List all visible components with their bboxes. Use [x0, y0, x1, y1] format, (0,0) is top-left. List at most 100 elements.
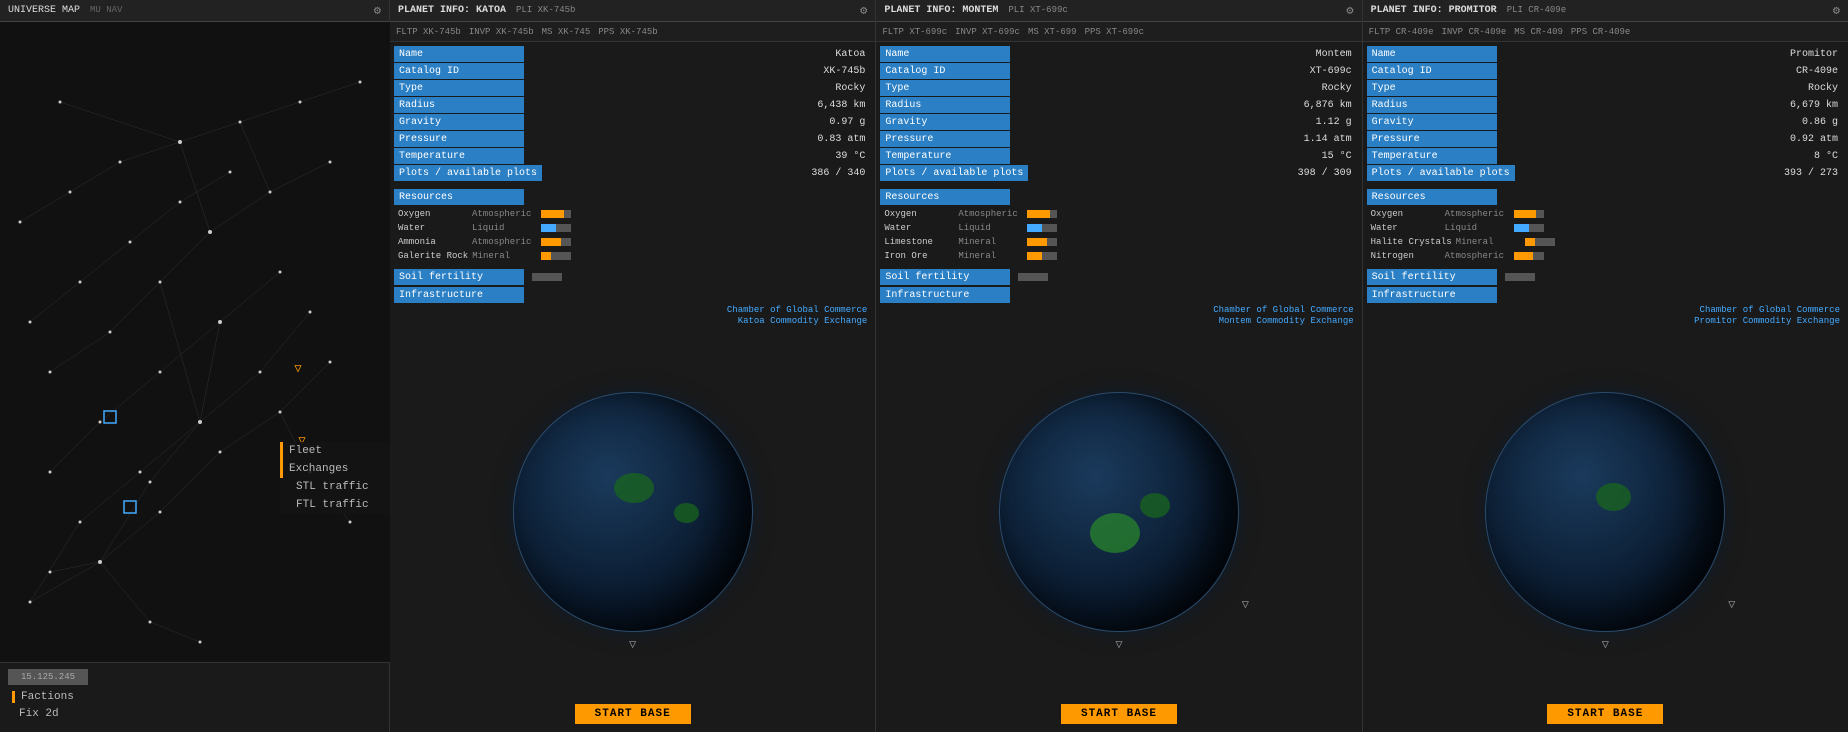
info-row-2-6: Temperature 8 °C [1367, 148, 1844, 164]
bottom-items: Factions Fix 2d [8, 689, 381, 722]
field-label-2-1: Catalog ID [1367, 63, 1497, 79]
planet-id-0: PLI XK-745b [516, 5, 575, 15]
infra-label-0: Infrastructure [394, 287, 524, 303]
res-name-1-1: Water [884, 223, 954, 233]
field-label-0-7: Plots / available plots [394, 165, 542, 181]
sidebar-ftl-traffic[interactable]: FTL traffic [280, 496, 390, 514]
info-row-1-2: Type Rocky [880, 80, 1357, 96]
info-row-1-1: Catalog ID XT-699c [880, 63, 1357, 79]
planet-globe-1: ▽ ▽ [876, 328, 1361, 696]
ms-link-1[interactable]: MS XT-699 [1028, 27, 1077, 37]
res-name-2-3: Nitrogen [1371, 251, 1441, 261]
infra-link-2-1[interactable]: Promitor Commodity Exchange [1371, 316, 1840, 326]
universe-map-gear-icon[interactable]: ⚙ [374, 3, 381, 18]
start-base-button-2[interactable]: START BASE [1547, 704, 1663, 724]
field-value-2-6: 8 °C [1497, 150, 1844, 163]
invp-link-0[interactable]: INVP XK-745b [469, 27, 534, 37]
res-bar-container-2-3 [1514, 252, 1544, 260]
res-bar-container-2-0 [1514, 210, 1544, 218]
res-name-0-3: Galerite Rock [398, 251, 468, 261]
pps-link-1[interactable]: PPS XT-699c [1085, 27, 1144, 37]
invp-link-1[interactable]: INVP XT-699c [955, 27, 1020, 37]
infra-link-2-0[interactable]: Chamber of Global Commerce [1371, 305, 1840, 315]
info-row-2-1: Catalog ID CR-409e [1367, 63, 1844, 79]
ms-link-2[interactable]: MS CR-409 [1514, 27, 1563, 37]
res-bar-container-1-1 [1027, 224, 1057, 232]
globe-land-0-0 [614, 473, 654, 503]
sidebar-fix2d[interactable]: Fix 2d [8, 706, 381, 722]
planet-title-1: PLANET INFO: MONTEM [884, 5, 998, 16]
infra-section-0: Infrastructure Chamber of Global Commerce… [390, 287, 875, 328]
start-base-button-0[interactable]: START BASE [575, 704, 691, 724]
res-bar-fill-2-3 [1514, 252, 1534, 260]
sidebar-fleet[interactable]: Fleet [280, 442, 390, 460]
coordinates-value: 15.125.245 [21, 672, 75, 682]
info-row-1-5: Pressure 1.14 atm [880, 131, 1357, 147]
res-bar-container-1-3 [1027, 252, 1057, 260]
resource-row-2-3: Nitrogen Atmospheric [1367, 249, 1844, 263]
field-label-0-2: Type [394, 80, 524, 96]
res-bar-fill-0-3 [541, 252, 551, 260]
info-row-1-0: Name Montem [880, 46, 1357, 62]
res-bar-container-0-1 [541, 224, 571, 232]
field-label-0-6: Temperature [394, 148, 524, 164]
fltp-link-2[interactable]: FLTP CR-409e [1369, 27, 1434, 37]
ms-link-0[interactable]: MS XK-745 [542, 27, 591, 37]
start-base-container-0: START BASE [390, 696, 875, 732]
res-bar-0-3 [541, 252, 571, 260]
field-label-0-0: Name [394, 46, 524, 62]
planet-gear-icon-2[interactable]: ⚙ [1833, 3, 1840, 18]
field-label-0-4: Gravity [394, 114, 524, 130]
field-value-0-4: 0.97 g [524, 116, 871, 129]
res-name-0-2: Ammonia [398, 237, 468, 247]
field-label-0-3: Radius [394, 97, 524, 113]
star-map-canvas[interactable]: ▽ ▽ Fleet Exchanges STL traffic FTL traf… [0, 22, 390, 662]
universe-map-subtitle: MU NAV [90, 5, 122, 15]
invp-link-2[interactable]: INVP CR-409e [1441, 27, 1506, 37]
fltp-link-0[interactable]: FLTP XK-745b [396, 27, 461, 37]
pps-link-0[interactable]: PPS XK-745b [598, 27, 657, 37]
infra-link-0-0[interactable]: Chamber of Global Commerce [398, 305, 867, 315]
res-bar-fill-1-1 [1027, 224, 1042, 232]
start-base-container-1: START BASE [876, 696, 1361, 732]
sidebar-exchanges[interactable]: Exchanges [280, 460, 390, 478]
res-bar-fill-2-1 [1514, 224, 1529, 232]
res-bar-fill-2-2 [1525, 238, 1535, 246]
res-bar-2-3 [1514, 252, 1544, 260]
soil-label-0: Soil fertility [394, 269, 524, 285]
field-value-0-2: Rocky [524, 82, 871, 95]
field-value-1-4: 1.12 g [1010, 116, 1357, 129]
field-label-1-3: Radius [880, 97, 1010, 113]
coordinates-bar: 15.125.245 [8, 669, 88, 685]
infra-link-1-1[interactable]: Montem Commodity Exchange [884, 316, 1353, 326]
res-bar-0-1 [541, 224, 571, 232]
pps-link-2[interactable]: PPS CR-409e [1571, 27, 1630, 37]
field-label-2-7: Plots / available plots [1367, 165, 1515, 181]
field-value-0-7: 386 / 340 [542, 167, 871, 180]
start-base-button-1[interactable]: START BASE [1061, 704, 1177, 724]
planet-gear-icon-0[interactable]: ⚙ [860, 3, 867, 18]
map-sidebar: Fleet Exchanges STL traffic FTL traffic [280, 442, 390, 514]
field-value-0-3: 6,438 km [524, 99, 871, 112]
info-row-0-6: Temperature 39 °C [394, 148, 871, 164]
globe-nav-indicator-2: ▽ [1602, 637, 1609, 652]
field-label-2-2: Type [1367, 80, 1497, 96]
sidebar-factions[interactable]: Factions [8, 689, 381, 705]
res-name-2-1: Water [1371, 223, 1441, 233]
res-bar-container-0-0 [541, 210, 571, 218]
field-value-0-5: 0.83 atm [524, 133, 871, 146]
res-bar-fill-1-2 [1027, 238, 1047, 246]
planet-gear-icon-1[interactable]: ⚙ [1346, 3, 1353, 18]
planet-info-2: Name Promitor Catalog ID CR-409e Type Ro… [1363, 42, 1848, 185]
infra-label-1: Infrastructure [880, 287, 1010, 303]
fltp-link-1[interactable]: FLTP XT-699c [882, 27, 947, 37]
planet-header-2: PLANET INFO: PROMITOR PLI CR-409e ⚙ [1363, 0, 1848, 22]
res-type-1-3: Mineral [958, 251, 1023, 261]
infra-link-1-0[interactable]: Chamber of Global Commerce [884, 305, 1353, 315]
field-label-1-2: Type [880, 80, 1010, 96]
infra-link-0-1[interactable]: Katoa Commodity Exchange [398, 316, 867, 326]
sidebar-stl-traffic[interactable]: STL traffic [280, 478, 390, 496]
res-name-2-0: Oxygen [1371, 209, 1441, 219]
resources-section-1: Resources Oxygen Atmospheric Water Liqui… [876, 185, 1361, 267]
planet-info-0: Name Katoa Catalog ID XK-745b Type Rocky… [390, 42, 875, 185]
